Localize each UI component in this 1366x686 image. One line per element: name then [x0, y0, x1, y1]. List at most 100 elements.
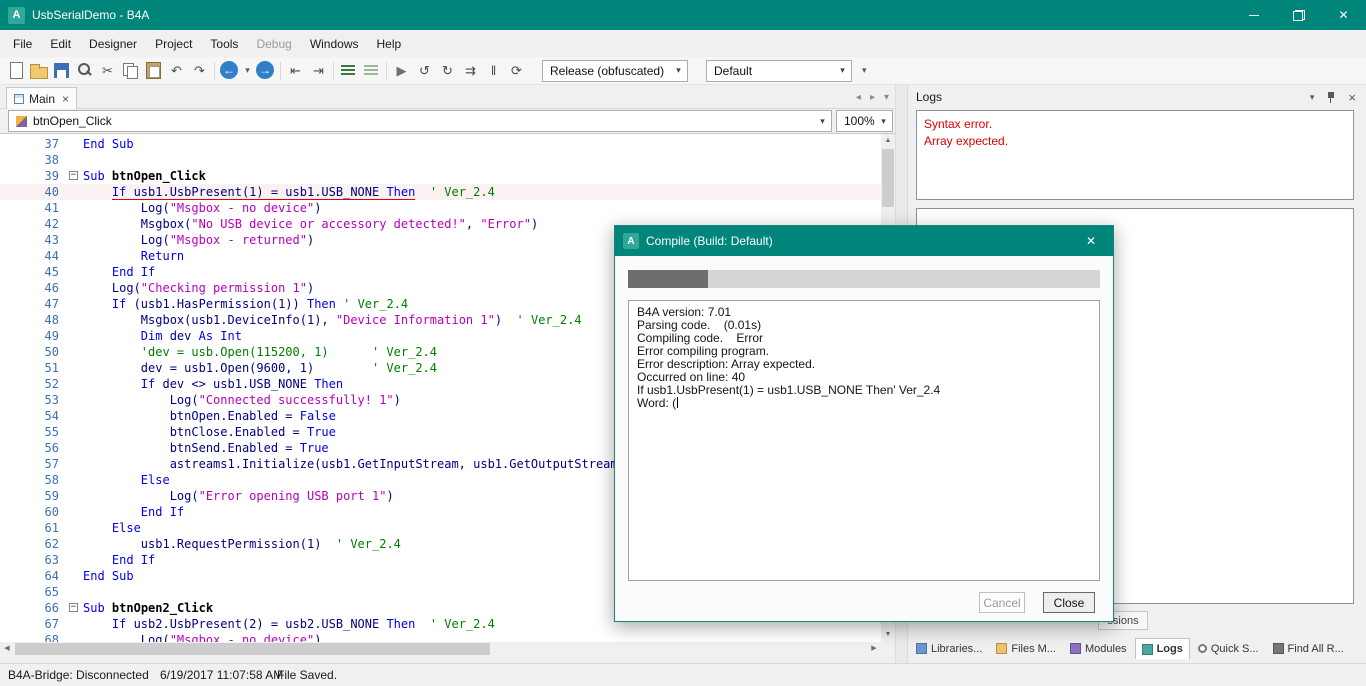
deploy-target-select[interactable]: Default ▾: [706, 60, 852, 82]
fold-spacer: [68, 616, 83, 632]
logs-panel-title: Logs: [916, 90, 942, 104]
line-number: 65: [0, 584, 68, 600]
panel-tab-quick-s[interactable]: Quick S...: [1192, 638, 1265, 659]
redo-icon[interactable]: ↷: [188, 59, 211, 82]
menu-bar: FileEditDesignerProjectToolsDebugWindows…: [0, 30, 1366, 57]
cancel-button[interactable]: Cancel: [979, 592, 1025, 613]
line-number: 45: [0, 264, 68, 280]
fold-spacer: [68, 248, 83, 264]
tab-list-icon[interactable]: ▾: [884, 92, 889, 103]
line-number: 68: [0, 632, 68, 642]
panel-tab-label: Libraries...: [931, 643, 982, 655]
horizontal-scrollbar[interactable]: ◀ ▶: [0, 642, 881, 656]
modules-icon: [1070, 643, 1081, 654]
uncomment-icon[interactable]: [360, 59, 383, 82]
scroll-down-icon[interactable]: ▼: [881, 628, 895, 642]
chevron-down-icon[interactable]: ▾: [1310, 92, 1315, 103]
menu-project[interactable]: Project: [146, 31, 201, 57]
code-line[interactable]: 39−Sub btnOpen_Click: [0, 168, 881, 184]
find-icon[interactable]: [73, 59, 96, 82]
files-icon: [996, 643, 1007, 654]
menu-file[interactable]: File: [4, 31, 41, 57]
outdent-icon[interactable]: ⇤: [284, 59, 307, 82]
sub-navigator-value: btnOpen_Click: [33, 114, 112, 128]
undo-icon[interactable]: ↶: [165, 59, 188, 82]
menu-designer[interactable]: Designer: [80, 31, 146, 57]
scroll-right-icon[interactable]: ▶: [867, 642, 881, 656]
save-icon[interactable]: [50, 59, 73, 82]
line-number: 49: [0, 328, 68, 344]
panel-tab-modules[interactable]: Modules: [1064, 638, 1133, 659]
zoom-select[interactable]: 100% ▾: [836, 110, 893, 132]
fold-spacer: [68, 376, 83, 392]
compile-release-icon[interactable]: ↻: [436, 59, 459, 82]
line-number: 44: [0, 248, 68, 264]
horizontal-scroll-thumb[interactable]: [15, 643, 490, 655]
close-button[interactable]: Close: [1043, 592, 1095, 613]
tab-scroll-right-icon[interactable]: ▸: [870, 92, 875, 103]
navigate-forward-icon[interactable]: [254, 59, 277, 82]
fold-toggle-icon[interactable]: −: [68, 168, 83, 184]
panel-tab-find-all-r[interactable]: Find All R...: [1267, 638, 1350, 659]
copy-icon[interactable]: [119, 59, 142, 82]
open-folder-icon[interactable]: [27, 59, 50, 82]
navigate-back-icon[interactable]: [218, 59, 241, 82]
dialog-close-icon[interactable]: ✕: [1069, 226, 1113, 256]
restore-button[interactable]: [1276, 0, 1321, 30]
panel-tab-files-m[interactable]: Files M...: [990, 638, 1062, 659]
close-panel-icon[interactable]: ×: [1348, 90, 1356, 105]
menu-tools[interactable]: Tools: [201, 31, 247, 57]
panel-tab-logs[interactable]: Logs: [1135, 638, 1190, 659]
cut-icon[interactable]: ✂: [96, 59, 119, 82]
log-message: Syntax error.: [924, 116, 1346, 133]
minimize-button[interactable]: [1231, 0, 1276, 30]
vertical-scroll-thumb[interactable]: [882, 149, 894, 207]
navigate-back-menu-icon[interactable]: ▾: [241, 59, 254, 82]
close-window-button[interactable]: ✕: [1321, 0, 1366, 30]
code-line[interactable]: 40 If usb1.UsbPresent(1) = usb1.USB_NONE…: [0, 184, 881, 200]
step-icon[interactable]: ⇉: [459, 59, 482, 82]
pause-icon[interactable]: ‖: [482, 59, 505, 82]
scroll-left-icon[interactable]: ◀: [0, 642, 14, 656]
fold-toggle-icon[interactable]: −: [68, 600, 83, 616]
scroll-up-icon[interactable]: ▲: [881, 134, 895, 148]
panel-tab-libraries[interactable]: Libraries...: [910, 638, 988, 659]
build-configuration-select[interactable]: Release (obfuscated) ▾: [542, 60, 688, 82]
line-number: 37: [0, 136, 68, 152]
paste-icon[interactable]: [142, 59, 165, 82]
line-number: 58: [0, 472, 68, 488]
menu-windows[interactable]: Windows: [301, 31, 368, 57]
comment-icon[interactable]: [337, 59, 360, 82]
code-line[interactable]: 38: [0, 152, 881, 168]
logs-output-box[interactable]: Syntax error.Array expected.: [916, 110, 1354, 200]
code-line[interactable]: 37End Sub: [0, 136, 881, 152]
pin-icon[interactable]: [1325, 90, 1337, 104]
menu-debug[interactable]: Debug: [247, 31, 300, 57]
toolbar-overflow-icon[interactable]: ▾: [862, 65, 867, 76]
line-number: 62: [0, 536, 68, 552]
run-icon[interactable]: ▶: [390, 59, 413, 82]
dialog-title-bar: A Compile (Build: Default) ✕: [615, 226, 1113, 256]
menu-edit[interactable]: Edit: [41, 31, 80, 57]
rebuild-icon[interactable]: ⟳: [505, 59, 528, 82]
compile-debug-icon[interactable]: ↺: [413, 59, 436, 82]
panel-tab-label: Modules: [1085, 643, 1127, 655]
fold-spacer: [68, 568, 83, 584]
indent-icon[interactable]: ⇥: [307, 59, 330, 82]
tab-scroll-left-icon[interactable]: ◂: [856, 92, 861, 103]
sub-navigator-select[interactable]: btnOpen_Click ▾: [8, 110, 832, 132]
code-line[interactable]: 41 Log("Msgbox - no device"): [0, 200, 881, 216]
menu-help[interactable]: Help: [368, 31, 411, 57]
fold-spacer: [68, 440, 83, 456]
logs-icon: [1142, 644, 1153, 655]
tab-scroll-controls: ◂ ▸ ▾: [856, 85, 889, 109]
fold-spacer: [68, 632, 83, 642]
new-file-icon[interactable]: [4, 59, 27, 82]
tab-close-icon[interactable]: ×: [62, 92, 69, 106]
fold-spacer: [68, 456, 83, 472]
tab-main[interactable]: Main ×: [6, 87, 77, 109]
compile-output[interactable]: B4A version: 7.01Parsing code. (0.01s)Co…: [628, 300, 1100, 581]
title-bar: A UsbSerialDemo - B4A ✕: [0, 0, 1366, 30]
line-number: 67: [0, 616, 68, 632]
code-line[interactable]: 68 Log("Msgbox - no device"): [0, 632, 881, 642]
